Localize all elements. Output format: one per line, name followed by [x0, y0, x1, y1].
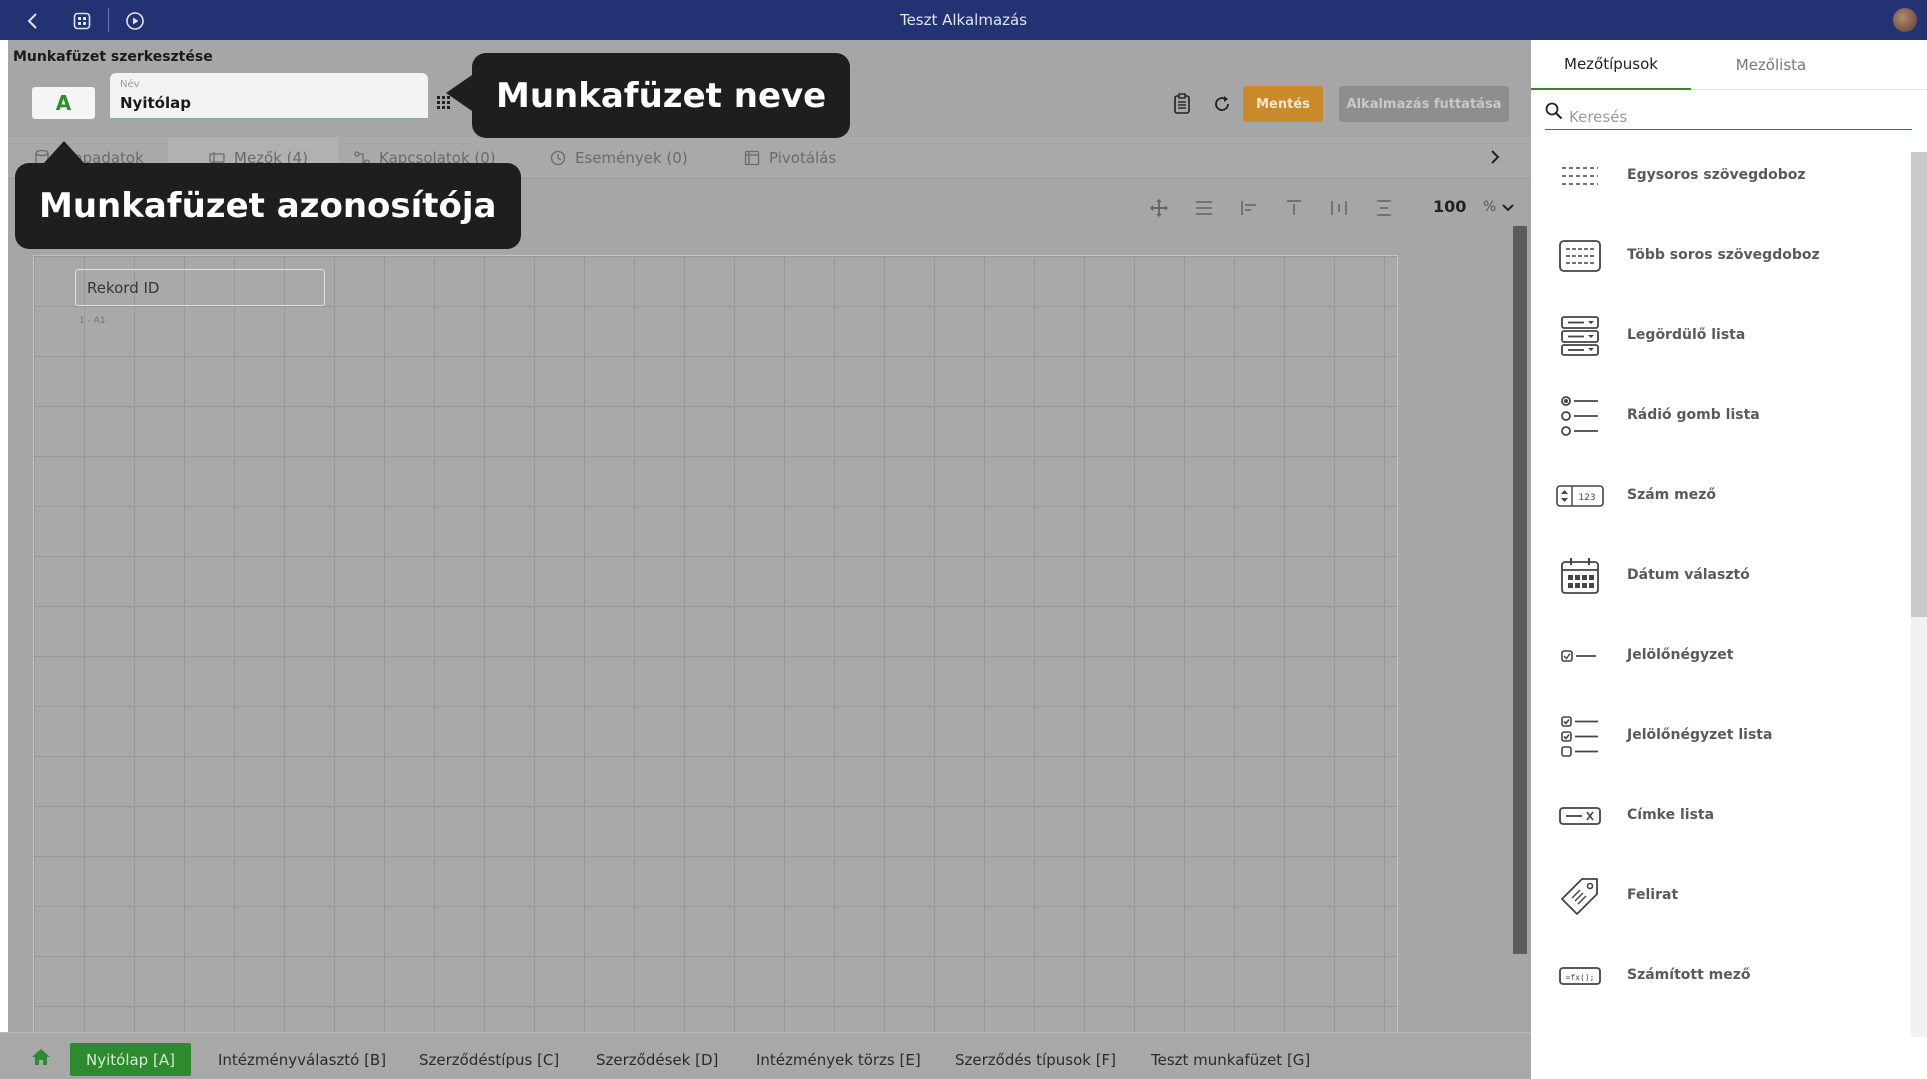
callout-pointer [44, 141, 84, 163]
callout-sheet-name: Munkafüzet neve [472, 53, 851, 138]
field-type-label: Jelölőnégyzet [1627, 647, 1734, 663]
sheet-tab-c[interactable]: Szerződéstípus [C] [419, 1043, 559, 1076]
form-canvas[interactable] [33, 255, 1398, 1063]
app-title: Teszt Alkalmazás [899, 11, 1028, 29]
sheet-tab-b[interactable]: Intézményválasztó [B] [218, 1043, 386, 1076]
search-placeholder: Keresés [1569, 108, 1628, 126]
panel-scrollbar-thumb[interactable] [1911, 152, 1927, 617]
align-top-icon[interactable] [1283, 197, 1305, 219]
field-type-item[interactable]: Több soros szövegdoboz [1531, 232, 1911, 312]
field-type-label: Rádió gomb lista [1627, 407, 1760, 423]
tab-field-list[interactable]: Mezőlista [1691, 40, 1851, 90]
events-icon [549, 149, 567, 167]
page-title: Munkafüzet szerkesztése [13, 49, 213, 65]
sheet-tab-e[interactable]: Intézmények törzs [E] [756, 1043, 921, 1076]
sheet-tab-g[interactable]: Teszt munkafüzet [G] [1151, 1043, 1310, 1076]
field-type-label: Szám mező [1627, 487, 1716, 503]
field-types-panel: Mezőtípusok Mezőlista Keresés Egysoros s… [1531, 40, 1927, 1079]
field-type-label: Felirat [1627, 887, 1679, 903]
panel-scrollbar-track[interactable] [1911, 617, 1927, 1037]
record-id-field[interactable]: Rekord ID [75, 269, 325, 306]
multi-line-text-icon [1556, 232, 1604, 280]
top-bar: Teszt Alkalmazás [0, 0, 1927, 40]
calculated-field-icon: =fx(); [1556, 952, 1604, 1000]
single-line-text-icon [1556, 152, 1604, 200]
field-type-label: Legördülő lista [1627, 327, 1746, 343]
field-type-item[interactable]: Dátum választó [1531, 552, 1911, 632]
tab-label: Pivotálás [769, 149, 837, 167]
clipboard-icon[interactable] [1170, 92, 1194, 116]
field-type-label: Dátum választó [1627, 567, 1750, 583]
canvas-scrollbar[interactable] [1513, 226, 1527, 954]
run-app-button[interactable]: Alkalmazás futtatása [1339, 86, 1509, 122]
number-field-icon: 123 [1556, 472, 1604, 520]
sheet-tab-f[interactable]: Szerződés típusok [F] [955, 1043, 1116, 1076]
field-type-label: Címke lista [1627, 807, 1715, 823]
zoom-unit[interactable]: % [1483, 199, 1496, 215]
field-type-item[interactable]: Egysoros szövegdoboz [1531, 152, 1911, 232]
tab-pivot[interactable]: Pivotálás [743, 137, 836, 179]
field-type-item[interactable]: 123 Szám mező [1531, 472, 1911, 552]
field-type-item[interactable]: Jelölőnégyzet [1531, 632, 1911, 712]
sheet-tab-a[interactable]: Nyitólap [A] [70, 1043, 191, 1076]
checkbox-list-icon [1556, 712, 1604, 760]
align-center-vertical-icon[interactable] [1193, 197, 1215, 219]
radio-list-icon [1556, 392, 1604, 440]
tab-events[interactable]: Események (0) [549, 137, 688, 179]
sheet-tab-d[interactable]: Szerződések [D] [596, 1043, 718, 1076]
align-left-icon[interactable] [1238, 197, 1260, 219]
distribute-vertical-icon[interactable] [1373, 197, 1395, 219]
field-type-label: Egysoros szövegdoboz [1627, 167, 1806, 183]
app-window: Teszt Alkalmazás Munkafüzet szerkesztése… [0, 0, 1927, 1079]
field-type-item[interactable]: Jelölőnégyzet lista [1531, 712, 1911, 792]
chevron-down-icon[interactable] [1497, 197, 1519, 219]
search-input[interactable]: Keresés [1545, 96, 1912, 130]
field-type-item[interactable]: =fx(); Számított mező [1531, 952, 1911, 1032]
panel-tabs: Mezőtípusok Mezőlista [1531, 40, 1927, 90]
checkbox-icon [1556, 632, 1604, 680]
save-button[interactable]: Mentés [1243, 86, 1323, 122]
tag-list-icon [1556, 792, 1604, 840]
field-type-item[interactable]: Legördülő lista [1531, 312, 1911, 392]
tab-label: Események (0) [575, 149, 688, 167]
field-type-label: Számított mező [1627, 967, 1751, 983]
callout-sheet-id: Munkafüzet azonosítója [15, 163, 521, 249]
pivot-icon [743, 149, 761, 167]
name-field-label: Név [120, 79, 140, 90]
search-icon [1545, 102, 1563, 124]
callout-pointer [446, 75, 472, 111]
dropdown-list-icon [1556, 312, 1604, 360]
move-icon[interactable] [1148, 197, 1170, 219]
field-type-item[interactable]: Rádió gomb lista [1531, 392, 1911, 472]
tab-field-types[interactable]: Mezőtípusok [1531, 40, 1691, 90]
zoom-value[interactable]: 100 [1433, 197, 1466, 216]
record-id-ref: 1 - A1 [79, 316, 106, 326]
field-type-item[interactable]: Címke lista [1531, 792, 1911, 872]
sheet-name-field[interactable]: Név Nyitólap [110, 73, 428, 120]
svg-text:123: 123 [1578, 493, 1595, 503]
home-icon[interactable] [31, 1048, 51, 1070]
refresh-icon[interactable] [1210, 92, 1234, 116]
sheet-tab-bar: Nyitólap [A] Intézményválasztó [B] Szerz… [0, 1032, 1531, 1079]
sheet-id-box[interactable]: A [32, 87, 95, 119]
name-field-value[interactable]: Nyitólap [120, 94, 191, 112]
label-tag-icon [1556, 872, 1604, 920]
field-type-label: Több soros szövegdoboz [1627, 247, 1820, 263]
field-type-label: Jelölőnégyzet lista [1627, 727, 1773, 743]
date-picker-icon [1556, 552, 1604, 600]
chevron-right-icon[interactable] [1489, 148, 1501, 170]
avatar[interactable] [1893, 8, 1917, 32]
distribute-horizontal-icon[interactable] [1328, 197, 1350, 219]
field-type-item[interactable]: Felirat [1531, 872, 1911, 952]
svg-text:=fx();: =fx(); [1566, 973, 1595, 982]
